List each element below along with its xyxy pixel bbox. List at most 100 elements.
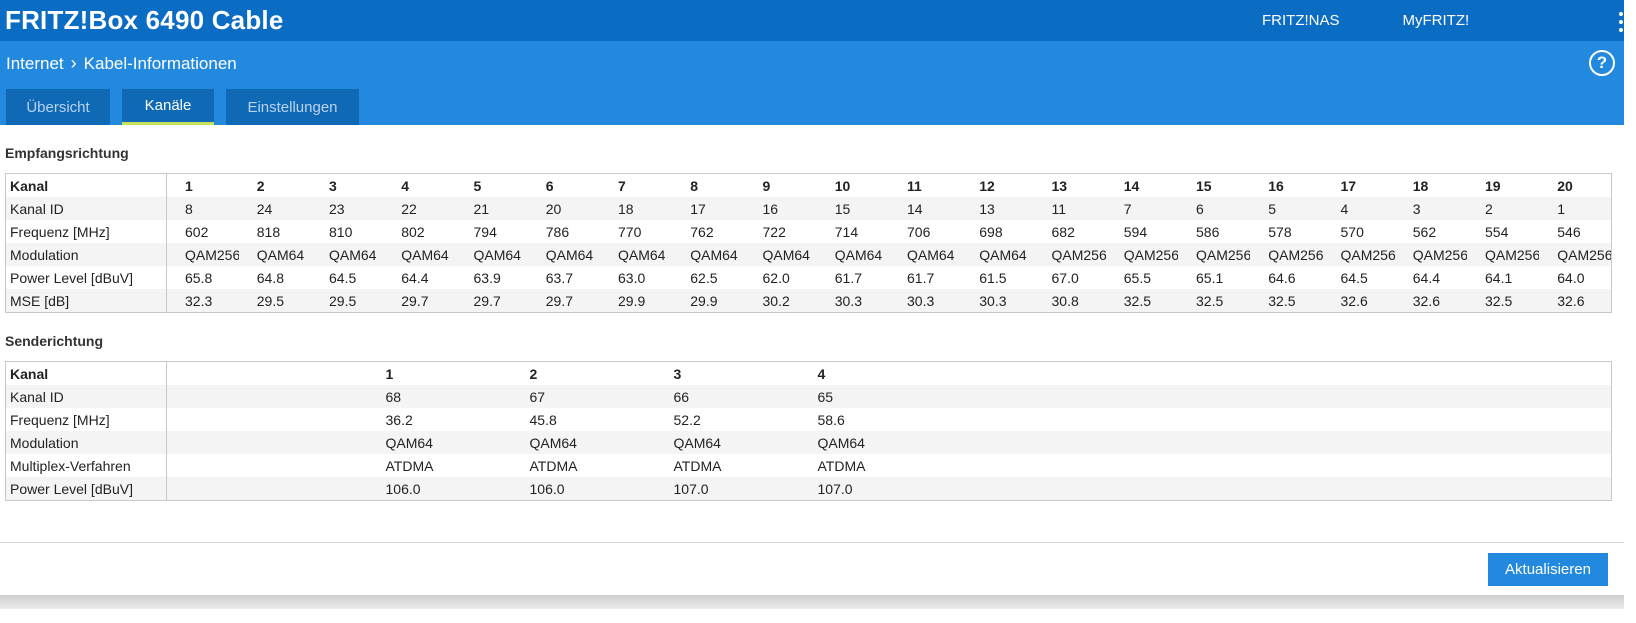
table-cell: QAM64 bbox=[385, 434, 433, 451]
table-cell: QAM64 bbox=[690, 246, 738, 263]
divider bbox=[0, 542, 1624, 543]
table-cell: 802 bbox=[401, 223, 425, 240]
table-cell: QAM64 bbox=[401, 246, 449, 263]
row-label: Multiplex-Verfahren bbox=[5, 454, 167, 477]
table-cell: 32.5 bbox=[1268, 292, 1296, 309]
table-row: Modulation QAM64 QAM64 QAM64 QAM64 bbox=[5, 431, 1612, 454]
row-label: Kanal bbox=[5, 173, 167, 197]
table-cell: 64.8 bbox=[256, 269, 284, 286]
table-cell: 106.0 bbox=[385, 480, 421, 497]
table-cell: 107.0 bbox=[817, 480, 853, 497]
table-cell: 30.3 bbox=[834, 292, 862, 309]
table-cell: 1 bbox=[185, 177, 193, 194]
table-cell: 594 bbox=[1123, 223, 1148, 240]
app-title: FRITZ!Box 6490 Cable bbox=[5, 5, 284, 35]
table-cell: 13 bbox=[1051, 177, 1068, 194]
row-label: Kanal ID bbox=[5, 197, 167, 220]
spacer-cell bbox=[1213, 477, 1612, 501]
table-cell: 15 bbox=[834, 200, 851, 217]
row-label: Power Level [dBuV] bbox=[5, 266, 167, 289]
table-cell: 68 bbox=[385, 388, 402, 405]
myfritz-link[interactable]: MyFRITZ! bbox=[1403, 12, 1470, 29]
spacer-cell bbox=[167, 362, 382, 386]
table-cell: QAM256 bbox=[1123, 246, 1178, 263]
table-cell: QAM64 bbox=[834, 246, 883, 263]
table-cell: ATDMA bbox=[673, 457, 722, 474]
tab-bar: Übersicht Kanäle Einstellungen bbox=[6, 89, 359, 125]
row-label: Frequenz [MHz] bbox=[5, 408, 167, 431]
row-label: Power Level [dBuV] bbox=[5, 477, 167, 501]
table-cell: 20 bbox=[545, 200, 562, 217]
table-cell: 63.0 bbox=[618, 269, 646, 286]
table-cell: QAM64 bbox=[473, 246, 521, 263]
tab-kanaele[interactable]: Kanäle bbox=[122, 89, 214, 125]
main-content: Empfangsrichtung Kanal 1 2 3 4 5 6 7 8 9 10 11 12 13 1… bbox=[0, 125, 1624, 623]
table-cell: 602 bbox=[185, 223, 209, 240]
row-label: Kanal bbox=[5, 361, 167, 385]
table-cell: QAM256 bbox=[1196, 246, 1251, 263]
table-cell: 29.9 bbox=[618, 292, 646, 309]
upstream-title: Senderichtung bbox=[5, 333, 104, 349]
table-cell: 20 bbox=[1557, 177, 1573, 194]
table-cell: 18 bbox=[1412, 177, 1429, 194]
table-cell: 706 bbox=[907, 223, 931, 240]
table-cell: 15 bbox=[1196, 177, 1212, 194]
table-cell: 65.1 bbox=[1196, 269, 1224, 286]
table-cell: QAM64 bbox=[529, 434, 577, 451]
table-cell: 16 bbox=[762, 200, 779, 217]
table-cell: QAM256 bbox=[1557, 246, 1612, 263]
tab-einstellungen[interactable]: Einstellungen bbox=[226, 89, 359, 125]
refresh-button[interactable]: Aktualisieren bbox=[1488, 553, 1608, 586]
table-cell: 63.7 bbox=[545, 269, 573, 286]
upstream-table: Kanal 1 2 3 4 Kanal ID 68 67 66 65 Frequenz [MHz] 3… bbox=[5, 361, 1612, 501]
table-cell: 67.0 bbox=[1051, 269, 1079, 286]
table-cell: 2 bbox=[529, 365, 538, 382]
more-menu-icon[interactable] bbox=[1618, 12, 1624, 32]
table-cell: 818 bbox=[256, 223, 281, 240]
table-cell: 58.6 bbox=[817, 411, 845, 428]
table-cell: 32.3 bbox=[185, 292, 213, 309]
table-row: Multiplex-Verfahren ATDMA ATDMA ATDMA ATDMA bbox=[5, 454, 1612, 477]
table-cell: 23 bbox=[329, 200, 345, 217]
table-row: Power Level [dBuV] 65.8 64.8 64.5 64.4 63.9 63… bbox=[5, 266, 1612, 289]
table-cell: 1 bbox=[1557, 200, 1566, 217]
table-cell: 5 bbox=[473, 177, 482, 194]
spacer-cell bbox=[167, 454, 382, 477]
table-cell: QAM256 bbox=[1051, 246, 1106, 263]
table-cell: 29.7 bbox=[401, 292, 429, 309]
table-cell: 6 bbox=[1196, 200, 1204, 217]
table-cell: QAM64 bbox=[618, 246, 666, 263]
table-cell: 29.7 bbox=[473, 292, 501, 309]
breadcrumb-internet[interactable]: Internet bbox=[6, 54, 64, 74]
table-cell: QAM64 bbox=[907, 246, 955, 263]
table-cell: 5 bbox=[1268, 200, 1277, 217]
table-cell: 4 bbox=[817, 365, 826, 382]
tab-uebersicht[interactable]: Übersicht bbox=[6, 89, 110, 125]
table-cell: 762 bbox=[690, 223, 714, 240]
table-cell: 65.5 bbox=[1123, 269, 1151, 286]
spacer-cell bbox=[1213, 362, 1612, 386]
table-row: Kanal 1 2 3 4 bbox=[5, 361, 1612, 386]
table-cell: 61.5 bbox=[979, 269, 1007, 286]
table-cell: 30.3 bbox=[907, 292, 935, 309]
table-cell: 12 bbox=[979, 177, 995, 194]
table-cell: 29.5 bbox=[329, 292, 357, 309]
help-icon[interactable]: ? bbox=[1589, 50, 1615, 76]
spacer-cell bbox=[1213, 431, 1612, 454]
top-links: FRITZ!NAS MyFRITZ! bbox=[1262, 0, 1469, 41]
table-cell: 4 bbox=[1340, 200, 1349, 217]
table-cell: QAM256 bbox=[1485, 246, 1540, 263]
table-cell: 562 bbox=[1412, 223, 1437, 240]
fritz-nas-link[interactable]: FRITZ!NAS bbox=[1262, 12, 1340, 29]
table-cell: 29.9 bbox=[690, 292, 718, 309]
table-cell: 698 bbox=[979, 223, 1003, 240]
breadcrumb: Internet › Kabel-Informationen bbox=[6, 53, 237, 74]
table-cell: 64.4 bbox=[1412, 269, 1440, 286]
table-cell: 554 bbox=[1485, 223, 1509, 240]
table-cell: 11 bbox=[1051, 200, 1067, 217]
spacer-cell bbox=[1213, 454, 1612, 477]
page: FRITZ!Box 6490 Cable FRITZ!NAS MyFRITZ! … bbox=[0, 0, 1624, 623]
table-cell: QAM64 bbox=[256, 246, 305, 263]
table-cell: 10 bbox=[834, 177, 851, 194]
table-cell: 65.8 bbox=[185, 269, 213, 286]
